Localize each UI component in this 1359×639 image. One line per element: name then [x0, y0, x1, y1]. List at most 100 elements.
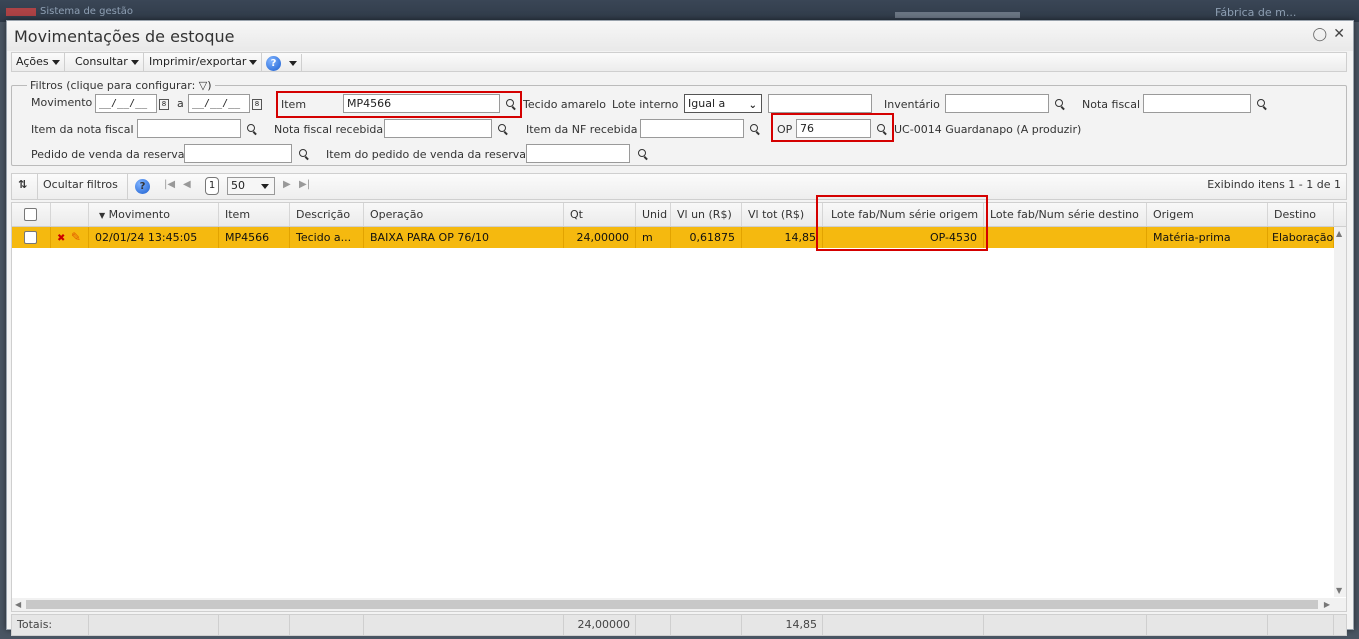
header-operacao[interactable]: Operação [364, 203, 564, 226]
header-descricao[interactable]: Descrição [290, 203, 364, 226]
scroll-down-icon[interactable]: ▼ [1336, 586, 1342, 595]
lote-interno-label: Lote interno [612, 98, 679, 111]
inventario-field[interactable] [945, 94, 1049, 113]
search-icon[interactable] [1055, 99, 1066, 110]
chat-icon[interactable]: ◯ [1312, 27, 1327, 42]
filters-legend-end: ) [207, 79, 212, 92]
header-unid[interactable]: Unid [636, 203, 671, 226]
page-number-field[interactable]: 1 [205, 177, 219, 195]
select-all-checkbox[interactable] [24, 208, 37, 221]
totals-bar: Totais: 24,00000 14,85 [11, 614, 1347, 636]
menu-help[interactable]: ? [262, 54, 302, 72]
op-description: UC-0014 Guardanapo (A produzir) [894, 123, 1082, 136]
header-qt[interactable]: Qt [564, 203, 636, 226]
header-select-all [12, 203, 51, 226]
close-icon[interactable]: ✕ [1333, 26, 1345, 42]
previous-page-icon[interactable]: ◀ [183, 179, 191, 190]
totals-empty [823, 615, 984, 635]
window-title: Movimentações de estoque [14, 27, 235, 46]
search-icon[interactable] [299, 149, 310, 160]
menu-acoes[interactable]: Ações [12, 53, 65, 71]
scroll-right-icon[interactable]: ▶ [1324, 600, 1330, 609]
help-icon[interactable]: ? [135, 179, 150, 194]
search-icon[interactable] [247, 124, 258, 135]
first-page-icon[interactable]: |◀ [164, 179, 175, 190]
date-range-separator: a [177, 97, 184, 110]
scroll-up-icon[interactable]: ▲ [1336, 229, 1342, 238]
horizontal-scrollbar[interactable]: ◀ ▶ [12, 598, 1346, 611]
filters-legend-label: Filtros (clique para configurar: [30, 79, 196, 92]
totals-label: Totais: [12, 615, 89, 635]
row-select-cell [12, 227, 51, 248]
search-icon[interactable] [750, 124, 761, 135]
header-actions [51, 203, 89, 226]
totals-empty [1268, 615, 1334, 635]
item-nf-recebida-field[interactable] [640, 119, 744, 138]
nota-fiscal-recebida-label: Nota fiscal recebida [274, 123, 384, 136]
row-checkbox[interactable] [24, 231, 37, 244]
date-from-field[interactable]: __/__/__ [95, 94, 157, 113]
search-icon[interactable] [638, 149, 649, 160]
cell-vl-tot: 14,85 [742, 227, 823, 248]
totals-qt: 24,00000 [564, 615, 636, 635]
window-title-bar: Movimentações de estoque ◯ ✕ [7, 21, 1353, 51]
header-movimento[interactable]: ▼ Movimento [89, 203, 219, 226]
item-pedido-venda-field[interactable] [526, 144, 630, 163]
cell-lote-destino [984, 227, 1147, 248]
page-size-select[interactable]: 50 [227, 177, 275, 195]
nota-fiscal-recebida-field[interactable] [384, 119, 492, 138]
item-nf-recebida-label: Item da NF recebida [526, 123, 638, 136]
vertical-scrollbar[interactable]: ▲ ▼ [1334, 227, 1346, 597]
table-row[interactable]: ✖ ✎ 02/01/24 13:45:05 MP4566 Tecido a...… [12, 227, 1334, 248]
item-nota-fiscal-field[interactable] [137, 119, 241, 138]
header-lote-destino[interactable]: Lote fab/Num série destino [984, 203, 1147, 226]
search-icon[interactable] [498, 124, 509, 135]
header-vl-un[interactable]: Vl un (R$) [671, 203, 742, 226]
header-origem[interactable]: Origem [1147, 203, 1268, 226]
lote-operator-select[interactable]: Igual a ⌄ [684, 94, 762, 113]
help-icon: ? [266, 55, 281, 71]
date-to-field[interactable]: __/__/__ [188, 94, 250, 113]
header-vl-tot[interactable]: Vl tot (R$) [742, 203, 823, 226]
cell-origem: Matéria-prima [1147, 227, 1268, 248]
background-app-bar: Sistema de gestão Fábrica de m... [0, 0, 1359, 22]
chevron-down-icon [289, 60, 297, 66]
lote-operator-value: Igual a [688, 97, 726, 110]
cell-operacao: BAIXA PARA OP 76/10 [364, 227, 564, 248]
calendar-icon[interactable]: 8 [252, 99, 262, 110]
header-item[interactable]: Item [219, 203, 290, 226]
edit-pencil-icon[interactable]: ✎ [71, 230, 81, 244]
background-app-title: Sistema de gestão [40, 6, 134, 17]
totals-empty [89, 615, 219, 635]
pedido-venda-field[interactable] [184, 144, 292, 163]
search-icon[interactable] [1257, 99, 1268, 110]
cell-descricao: Tecido a... [290, 227, 364, 248]
last-page-icon[interactable]: ▶| [299, 179, 310, 190]
inventario-label: Inventário [884, 98, 940, 111]
filters-legend[interactable]: Filtros (clique para configurar: ▽) [27, 79, 215, 92]
cell-vl-un: 0,61875 [671, 227, 742, 248]
totals-empty [671, 615, 742, 635]
chevron-down-icon [130, 59, 139, 65]
header-destino[interactable]: Destino [1268, 203, 1334, 226]
next-page-icon[interactable]: ▶ [283, 179, 291, 190]
hide-filters-button[interactable]: Ocultar filtros [43, 178, 118, 191]
totals-vl-tot: 14,85 [742, 615, 823, 635]
scroll-left-icon[interactable]: ◀ [15, 600, 21, 609]
delete-icon[interactable]: ✖ [57, 233, 65, 244]
refresh-icon[interactable]: ⇅ [18, 178, 27, 191]
menu-consultar[interactable]: Consultar [71, 53, 144, 71]
horizontal-scroll-thumb[interactable] [26, 600, 1318, 609]
menu-imprimir-exportar[interactable]: Imprimir/exportar [145, 53, 263, 71]
items-count: Exibindo itens 1 - 1 de 1 [1207, 178, 1341, 191]
totals-empty [636, 615, 671, 635]
nota-fiscal-label: Nota fiscal [1082, 98, 1141, 111]
menu-acoes-label: Ações [16, 55, 49, 68]
header-movimento-label: Movimento [108, 208, 170, 221]
row-actions-cell: ✖ ✎ [51, 227, 89, 248]
lote-interno-field[interactable] [768, 94, 872, 113]
nota-fiscal-field[interactable] [1143, 94, 1251, 113]
filter-funnel-icon[interactable]: ▽ [199, 79, 207, 92]
calendar-icon[interactable]: 8 [159, 99, 169, 110]
menu-bar: Ações Consultar Imprimir/exportar ? [11, 52, 1347, 72]
